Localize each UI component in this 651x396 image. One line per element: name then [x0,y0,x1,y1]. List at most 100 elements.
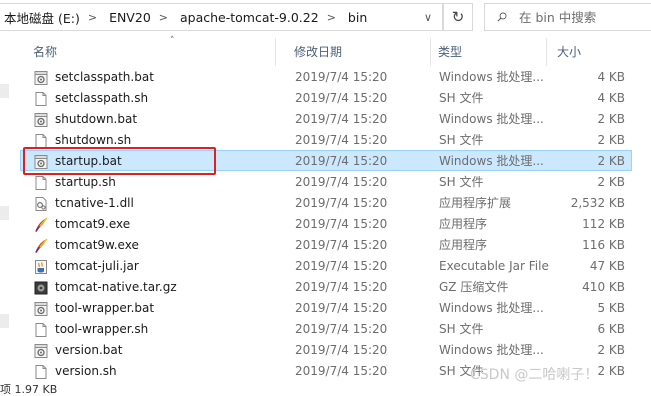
file-type: Executable Jar File [439,259,549,273]
file-name: tool-wrapper.sh [55,322,149,336]
file-row[interactable]: tool-wrapper.sh 2019/7/4 15:20 SH 文件 6 KB [20,318,632,339]
file-name: shutdown.bat [55,112,138,126]
file-type: SH 文件 [439,91,484,105]
search-box[interactable] [484,3,651,31]
file-row[interactable]: tool-wrapper.bat 2019/7/4 15:20 Windows 批处… [20,297,632,318]
breadcrumb-bin[interactable]: bin [344,10,367,25]
file-name: tcnative-1.dll [55,196,134,210]
batch-file-icon [33,301,49,317]
batch-file-icon [33,70,49,86]
file-name: tomcat9.exe [55,217,131,231]
nav-item[interactable] [0,84,9,98]
file-name: tomcat-juli.jar [55,259,139,273]
column-header-name[interactable]: 名称 [20,38,274,66]
file-list: setclasspath.bat 2019/7/4 15:20 Windows 批处… [20,66,632,381]
refresh-icon: ↻ [451,8,465,26]
file-type: Windows 批处理... [439,112,544,126]
status-bar-text: 项 1.97 KB [0,383,58,396]
feather-exe-icon [33,238,49,254]
file-row[interactable]: setclasspath.sh 2019/7/4 15:20 SH 文件 4 KB [20,87,632,108]
refresh-button[interactable]: ↻ [443,3,473,31]
file-row[interactable]: tomcat9w.exe 2019/7/4 15:20 应用程序 116 KB [20,234,632,255]
file-type: Windows 批处理... [439,343,544,357]
file-modified-date: 2019/7/4 15:20 [295,133,388,147]
breadcrumb-drive[interactable]: 本地磁盘 (E:) [0,8,80,27]
batch-file-icon [33,343,49,359]
file-name: tomcat-native.tar.gz [55,280,177,294]
file-type: 应用程序 [439,217,488,231]
annotation-highlight [23,147,216,175]
file-type: Windows 批处理... [439,154,544,168]
column-header-type[interactable]: 类型 [425,38,545,66]
breadcrumb-tomcat[interactable]: apache-tomcat-9.0.22 [176,10,319,25]
file-modified-date: 2019/7/4 15:20 [295,196,388,210]
text-file-icon [33,364,49,380]
jar-file-icon [33,259,49,275]
text-file-icon [33,175,49,191]
file-size: 2 KB [597,112,625,126]
file-modified-date: 2019/7/4 15:20 [295,343,388,357]
file-size: 2 KB [597,133,625,147]
file-modified-date: 2019/7/4 15:20 [295,217,388,231]
chevron-right-icon[interactable]: > [80,11,105,24]
vertical-scrollbar[interactable] [636,66,651,393]
dll-file-icon [33,196,49,212]
file-row[interactable]: tomcat9.exe 2019/7/4 15:20 应用程序 112 KB [20,213,632,234]
file-row[interactable]: tomcat-juli.jar 2019/7/4 15:20 Executable … [20,255,632,276]
file-size: 2 KB [597,364,625,378]
breadcrumb-env20[interactable]: ENV20 [105,10,151,25]
file-name: version.bat [55,343,123,357]
chevron-right-icon[interactable]: > [319,11,344,24]
file-size: 47 KB [589,259,625,273]
search-input[interactable] [517,8,651,26]
column-header-date[interactable]: 修改日期 [281,38,425,66]
file-name: tool-wrapper.bat [55,301,155,315]
file-modified-date: 2019/7/4 15:20 [295,238,388,252]
file-type: GZ 压缩文件 [439,280,509,294]
column-header-size[interactable]: 大小 [544,38,634,66]
chevron-right-icon[interactable]: > [151,11,176,24]
column-divider[interactable] [275,38,276,66]
file-name: startup.sh [55,175,116,189]
chevron-down-icon: ∨ [423,10,433,24]
text-file-icon [33,322,49,338]
file-size: 116 KB [582,238,625,252]
file-modified-date: 2019/7/4 15:20 [295,259,388,273]
column-header-bar: ˄ 名称 修改日期 类型 大小 [20,36,651,66]
file-size: 2,532 KB [570,196,625,210]
file-modified-date: 2019/7/4 15:20 [295,175,388,189]
file-type: Windows 批处理... [439,301,544,315]
file-modified-date: 2019/7/4 15:20 [295,301,388,315]
file-modified-date: 2019/7/4 15:20 [295,91,388,105]
watermark: CSDN @二哈喇子！ [470,367,599,383]
navigation-pane[interactable] [0,34,20,393]
file-name: setclasspath.sh [55,91,149,105]
feather-exe-icon [33,217,49,233]
file-row[interactable]: shutdown.bat 2019/7/4 15:20 Windows 批处理...… [20,108,632,129]
address-history-dropdown[interactable]: ∨ [414,3,442,31]
file-row[interactable]: setclasspath.bat 2019/7/4 15:20 Windows 批处… [20,66,632,87]
file-size: 4 KB [597,91,625,105]
address-bar[interactable]: 本地磁盘 (E:) > ENV20 > apache-tomcat-9.0.22… [0,3,443,31]
file-size: 2 KB [597,343,625,357]
file-size: 6 KB [597,322,625,336]
file-type: SH 文件 [439,133,484,147]
file-type: SH 文件 [439,175,484,189]
file-type: 应用程序扩展 [439,196,512,210]
file-row[interactable]: tomcat-native.tar.gz 2019/7/4 15:20 GZ 压缩文… [20,276,632,297]
nav-item[interactable] [0,314,9,328]
file-name: setclasspath.bat [55,70,154,84]
file-name: version.sh [55,364,117,378]
file-type: 应用程序 [439,238,488,252]
file-modified-date: 2019/7/4 15:20 [295,364,388,378]
search-icon [497,12,507,22]
file-modified-date: 2019/7/4 15:20 [295,70,388,84]
file-modified-date: 2019/7/4 15:20 [295,322,388,336]
file-row[interactable]: tcnative-1.dll 2019/7/4 15:20 应用程序扩展 2,532 … [20,192,632,213]
nav-item[interactable] [0,206,9,220]
file-modified-date: 2019/7/4 15:20 [295,112,388,126]
file-modified-date: 2019/7/4 15:20 [295,280,388,294]
archive-file-icon [33,280,49,296]
file-row[interactable]: version.bat 2019/7/4 15:20 Windows 批处理... 2… [20,339,632,360]
file-type: SH 文件 [439,322,484,336]
